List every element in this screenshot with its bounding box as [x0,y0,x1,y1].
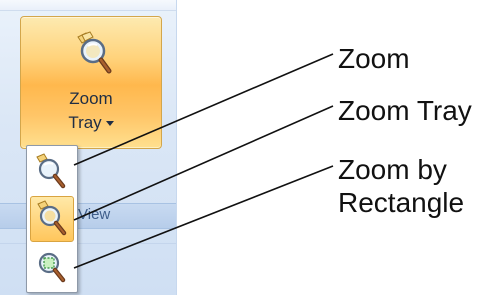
zoom-tray-button[interactable]: Zoom Tray [20,16,162,149]
menu-item-zoom-by-rectangle[interactable] [30,244,72,288]
zoom-tray-button-label-line2: Tray [21,113,161,133]
zoom-by-rectangle-icon [38,252,66,283]
callout-zoom-tray: Zoom Tray [338,95,472,126]
zoom-tray-icon [37,200,67,236]
zoom-icon [36,153,66,189]
callout-zoom: Zoom [338,43,410,74]
callout-zoom-by-rectangle-line2: Rectangle [338,187,465,218]
annotated-screenshot: View Zoom Tray Zoom Zoom Tray Zoom by Re… [0,0,494,295]
ribbon-group-caption: View [78,206,111,223]
zoom-dropdown-menu [26,145,78,293]
ribbon-top-strip [0,0,176,11]
menu-item-zoom-tray[interactable] [30,196,74,242]
zoom-tray-button-label-line1: Zoom [69,89,113,108]
chevron-down-icon [105,121,114,127]
zoom-tray-button-label-text: Tray [68,113,102,132]
callout-zoom-by-rectangle-line1: Zoom by [338,154,447,185]
menu-item-zoom[interactable] [30,150,72,194]
zoom-tray-icon [76,31,112,75]
